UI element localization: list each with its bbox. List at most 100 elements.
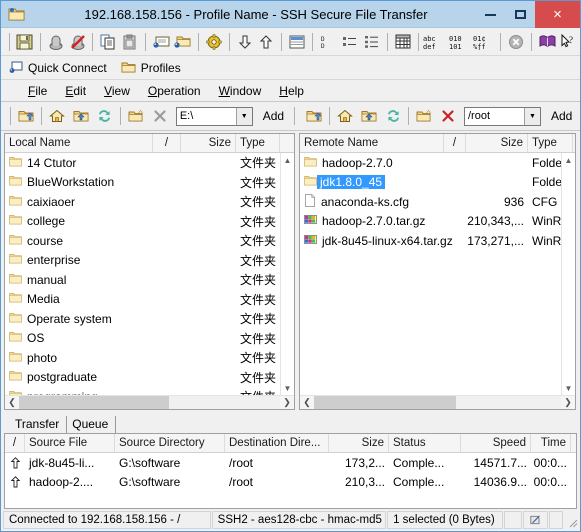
paste-icon[interactable] [120, 31, 140, 53]
large-icons-icon[interactable] [340, 31, 360, 53]
local-file-row[interactable]: course文件夹 [5, 231, 294, 251]
local-file-row[interactable]: postgraduate文件夹 [5, 368, 294, 388]
download-icon[interactable] [235, 31, 255, 53]
minimize-button[interactable] [475, 1, 505, 28]
auto-icon[interactable]: 01¢ %ƒf [473, 31, 495, 53]
scroll-up-icon[interactable]: ▲ [562, 153, 575, 167]
local-file-name-cell[interactable]: OS [5, 331, 181, 345]
local-file-name-cell[interactable]: photo [5, 351, 181, 365]
local-file-name-cell[interactable]: course [5, 234, 181, 248]
local-add-button[interactable]: Add [263, 109, 284, 123]
context-help-icon[interactable]: ? [559, 31, 579, 53]
local-up-folder-icon[interactable] [15, 105, 37, 127]
remote-file-name-cell[interactable]: hadoop-2.7.0.tar.gz [300, 214, 466, 228]
local-path-combo[interactable]: E:\ ▼ [176, 107, 253, 126]
local-file-name-cell[interactable]: manual [5, 273, 181, 287]
menu-help[interactable]: Help [270, 80, 313, 102]
transfer-col-status[interactable]: Status [389, 434, 461, 452]
remote-file-name-cell[interactable]: jdk1.8.0_45 [300, 175, 466, 189]
transfer-col-speed[interactable]: Speed [461, 434, 531, 452]
local-file-name-cell[interactable]: college [5, 214, 181, 228]
local-file-row[interactable]: BlueWorkstation文件夹 [5, 173, 294, 193]
details-icon[interactable] [362, 31, 382, 53]
local-file-row[interactable]: manual文件夹 [5, 270, 294, 290]
grid-icon[interactable] [393, 31, 413, 53]
local-file-name-cell[interactable]: Operate system [5, 312, 181, 326]
remote-refresh-icon[interactable] [382, 105, 404, 127]
local-vertical-scrollbar[interactable]: ▲ ▼ [280, 153, 294, 395]
chevron-down-icon[interactable]: ▼ [236, 108, 252, 125]
list-view-icon[interactable] [287, 31, 307, 53]
menu-window[interactable]: Window [210, 80, 271, 102]
transfer-col-time[interactable]: Time [531, 434, 571, 452]
scroll-down-icon[interactable]: ▼ [281, 381, 294, 395]
transfer-row[interactable]: jdk-8u45-li...G:\software/root173,2...Co… [5, 453, 576, 473]
remote-file-list[interactable]: hadoop-2.7.0Folderjdk1.8.0_45Folderanaco… [300, 153, 575, 409]
remote-new-folder-icon[interactable] [413, 105, 435, 127]
ascii-icon[interactable]: abc def [423, 31, 447, 53]
remote-path-combo[interactable]: /root ▼ [464, 107, 541, 126]
local-delete-icon[interactable] [149, 105, 171, 127]
close-button[interactable]: × [535, 1, 580, 28]
local-col-sort[interactable]: / [153, 134, 181, 152]
connect-icon[interactable] [46, 31, 66, 53]
remote-file-row[interactable]: jdk-8u45-linux-x64.tar.gz173,271,...WinR… [300, 231, 575, 251]
remote-file-name-cell[interactable]: jdk-8u45-linux-x64.tar.gz [300, 234, 466, 248]
transfer-col-direction[interactable]: / [5, 434, 25, 452]
stop-icon[interactable] [506, 31, 526, 53]
transfer-row[interactable]: hadoop-2....G:\software/root210,3...Comp… [5, 473, 576, 493]
scroll-up-icon[interactable]: ▲ [281, 153, 294, 167]
upload-icon[interactable] [256, 31, 276, 53]
resize-grip[interactable] [564, 511, 578, 529]
transfer-col-source-file[interactable]: Source File [25, 434, 115, 452]
remote-col-type[interactable]: Type [528, 134, 573, 152]
remote-col-name[interactable]: Remote Name [300, 134, 444, 152]
local-home-icon[interactable] [46, 105, 68, 127]
remote-file-name-cell[interactable]: anaconda-ks.cfg [300, 194, 466, 210]
profiles-button[interactable]: Profiles [121, 61, 181, 75]
new-terminal-icon[interactable] [151, 31, 171, 53]
remote-parent-folder-icon[interactable] [358, 105, 380, 127]
remote-hscroll-track[interactable] [314, 396, 561, 410]
remote-file-row[interactable]: hadoop-2.7.0Folder [300, 153, 575, 173]
scroll-right-icon[interactable]: ❯ [280, 396, 294, 410]
local-file-row[interactable]: photo文件夹 [5, 348, 294, 368]
remote-add-button[interactable]: Add [551, 109, 572, 123]
new-file-transfer-icon[interactable] [173, 31, 193, 53]
local-hscroll-thumb[interactable] [19, 396, 169, 410]
scroll-left-icon[interactable]: ❮ [5, 396, 19, 410]
transfer-col-source-dir[interactable]: Source Directory [115, 434, 225, 452]
menu-edit[interactable]: Edit [56, 80, 95, 102]
chevron-down-icon[interactable]: ▼ [524, 108, 540, 125]
remote-home-icon[interactable] [334, 105, 356, 127]
remote-file-name-cell[interactable]: hadoop-2.7.0 [300, 156, 466, 170]
binary-icon[interactable]: 010 101 [449, 31, 471, 53]
menu-file[interactable]: File [19, 80, 56, 102]
local-file-name-cell[interactable]: Media [5, 292, 181, 306]
settings-icon[interactable] [204, 31, 224, 53]
remote-file-row[interactable]: hadoop-2.7.0.tar.gz210,343,...WinRAR [300, 212, 575, 232]
copy-icon[interactable] [98, 31, 118, 53]
local-file-row[interactable]: enterprise文件夹 [5, 251, 294, 271]
remote-file-row[interactable]: jdk1.8.0_45Folder [300, 173, 575, 193]
remote-delete-icon[interactable] [437, 105, 459, 127]
menu-view[interactable]: View [95, 80, 139, 102]
local-horizontal-scrollbar[interactable]: ❮ ❯ [5, 395, 294, 409]
local-refresh-icon[interactable] [94, 105, 116, 127]
local-file-row[interactable]: Operate system文件夹 [5, 309, 294, 329]
local-file-name-cell[interactable]: caixiaoer [5, 195, 181, 209]
local-file-name-cell[interactable]: postgraduate [5, 370, 181, 384]
scroll-left-icon[interactable]: ❮ [300, 396, 314, 410]
tab-queue[interactable]: Queue [67, 416, 116, 433]
local-file-name-cell[interactable]: 14 Ctutor [5, 156, 181, 170]
remote-file-row[interactable]: anaconda-ks.cfg936CFG 文 [300, 192, 575, 212]
remote-col-sort[interactable]: / [444, 134, 466, 152]
local-file-row[interactable]: caixiaoer文件夹 [5, 192, 294, 212]
scroll-right-icon[interactable]: ❯ [561, 396, 575, 410]
remote-hscroll-thumb[interactable] [314, 396, 456, 410]
small-icons-icon[interactable]: D D [318, 31, 338, 53]
scroll-down-icon[interactable]: ▼ [562, 381, 575, 395]
local-file-name-cell[interactable]: BlueWorkstation [5, 175, 181, 189]
local-col-name[interactable]: Local Name [5, 134, 153, 152]
local-file-name-cell[interactable]: enterprise [5, 253, 181, 267]
